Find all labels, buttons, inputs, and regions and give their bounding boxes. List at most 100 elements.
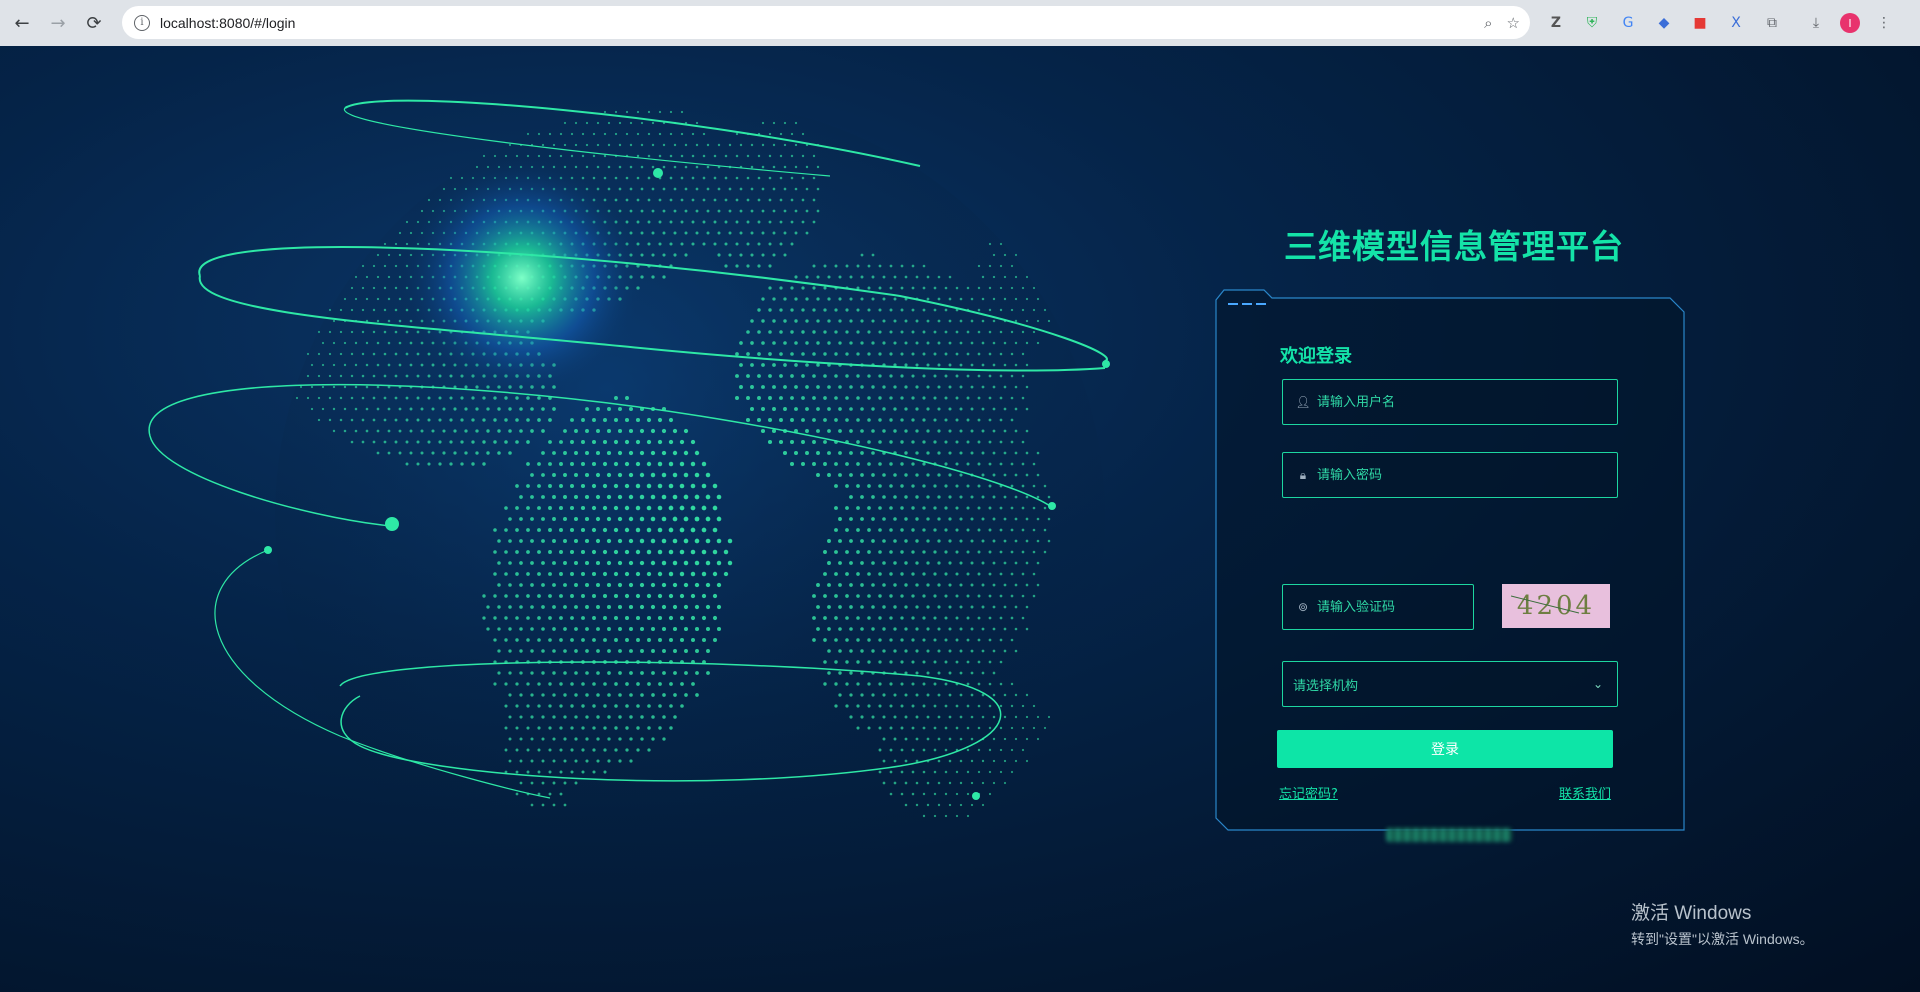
land-dot — [992, 341, 996, 345]
land-dot — [893, 583, 897, 587]
land-dot — [904, 275, 908, 279]
land-dot — [658, 638, 662, 642]
land-dot — [376, 385, 380, 389]
land-dot — [816, 363, 820, 367]
land-dot — [658, 110, 662, 114]
land-dot — [772, 297, 776, 301]
password-field[interactable]: 🔒︎ — [1282, 452, 1618, 498]
land-dot — [559, 462, 563, 466]
address-bar[interactable]: i localhost:8080/#/login ⌕ ☆ — [122, 6, 1530, 39]
land-dot — [790, 220, 794, 224]
bookmark-star-icon[interactable]: ☆ — [1507, 14, 1520, 32]
land-dot — [662, 737, 666, 741]
captcha-input[interactable] — [1317, 599, 1457, 615]
land-dot — [959, 737, 963, 741]
login-button[interactable]: 登录 — [1277, 730, 1613, 768]
land-dot — [838, 693, 842, 697]
land-dot — [453, 407, 457, 411]
land-dot — [856, 330, 860, 334]
username-input[interactable] — [1317, 394, 1577, 410]
extension-x-icon[interactable]: X — [1724, 11, 1748, 35]
land-dot — [515, 572, 519, 576]
land-dot — [761, 341, 765, 345]
land-dot — [657, 439, 663, 445]
captcha-field[interactable]: ⊚ — [1282, 584, 1474, 630]
extensions-puzzle-icon[interactable]: ⧉ — [1760, 11, 1784, 35]
land-dot — [933, 682, 937, 686]
land-dot — [416, 462, 420, 466]
land-dot — [970, 781, 974, 785]
extension-shield-icon[interactable]: ⛨ — [1580, 11, 1604, 35]
land-dot — [394, 396, 398, 400]
land-dot — [834, 264, 838, 268]
extension-cube-icon[interactable]: ◆ — [1652, 11, 1676, 35]
land-dot — [772, 121, 776, 125]
land-dot — [614, 176, 618, 180]
land-dot — [647, 682, 651, 686]
land-dot — [658, 132, 662, 136]
land-dot — [617, 450, 623, 456]
land-dot — [1010, 264, 1014, 268]
menu-kebab-icon[interactable]: ⋮ — [1872, 11, 1896, 35]
land-dot — [647, 242, 651, 246]
land-dot — [966, 682, 970, 686]
land-dot — [801, 132, 805, 136]
land-dot — [1010, 748, 1014, 752]
extension-red-icon[interactable]: ■ — [1688, 11, 1712, 35]
land-dot — [889, 572, 893, 576]
land-dot — [992, 319, 996, 323]
land-dot — [581, 770, 585, 774]
downloads-icon[interactable]: ⤓ — [1804, 11, 1828, 35]
land-dot — [845, 374, 849, 378]
land-dot — [823, 682, 827, 686]
land-dot — [508, 759, 512, 763]
captcha-image[interactable]: 4204 — [1502, 584, 1610, 628]
land-dot — [636, 638, 640, 642]
land-dot — [790, 154, 794, 158]
password-input[interactable] — [1317, 467, 1577, 483]
land-dot — [838, 627, 842, 631]
land-dot — [1014, 605, 1018, 609]
land-dot — [988, 484, 992, 488]
land-dot — [640, 737, 644, 741]
land-dot — [922, 484, 926, 488]
land-dot — [999, 682, 1003, 686]
land-dot — [530, 495, 534, 499]
land-dot — [574, 649, 578, 653]
land-dot — [970, 363, 974, 367]
land-dot — [1010, 352, 1014, 356]
forgot-password-link[interactable]: 忘记密码? — [1279, 783, 1338, 802]
extension-google-icon[interactable]: G — [1616, 11, 1640, 35]
land-dot — [673, 165, 677, 169]
site-info-icon[interactable]: i — [134, 14, 150, 31]
land-dot — [705, 494, 711, 500]
land-dot — [493, 638, 497, 642]
land-dot — [988, 660, 992, 664]
land-dot — [376, 297, 380, 301]
land-dot — [515, 506, 519, 510]
land-dot — [613, 571, 619, 577]
land-dot — [944, 682, 948, 686]
reload-icon[interactable]: ⟳ — [76, 5, 112, 41]
zoom-icon[interactable]: ⌕ — [1484, 14, 1492, 32]
username-field[interactable]: 👤︎ — [1282, 379, 1618, 425]
org-select[interactable]: 请选择机构 ⌄ — [1282, 661, 1618, 707]
land-dot — [1021, 352, 1025, 356]
land-dot — [911, 462, 915, 466]
land-dot — [541, 539, 545, 543]
land-dot — [845, 616, 849, 620]
land-dot — [878, 440, 882, 444]
land-dot — [827, 539, 831, 543]
extension-z-icon[interactable]: Z — [1544, 11, 1568, 35]
contact-us-link[interactable]: 联系我们 — [1559, 783, 1611, 802]
back-icon[interactable]: ← — [4, 5, 40, 41]
land-dot — [584, 450, 590, 456]
land-dot — [1014, 517, 1018, 521]
profile-avatar[interactable]: I — [1840, 13, 1860, 33]
land-dot — [856, 638, 860, 642]
land-dot — [966, 462, 970, 466]
land-dot — [409, 429, 413, 433]
land-dot — [812, 264, 816, 268]
forward-icon[interactable]: → — [40, 5, 76, 41]
land-dot — [713, 176, 717, 180]
